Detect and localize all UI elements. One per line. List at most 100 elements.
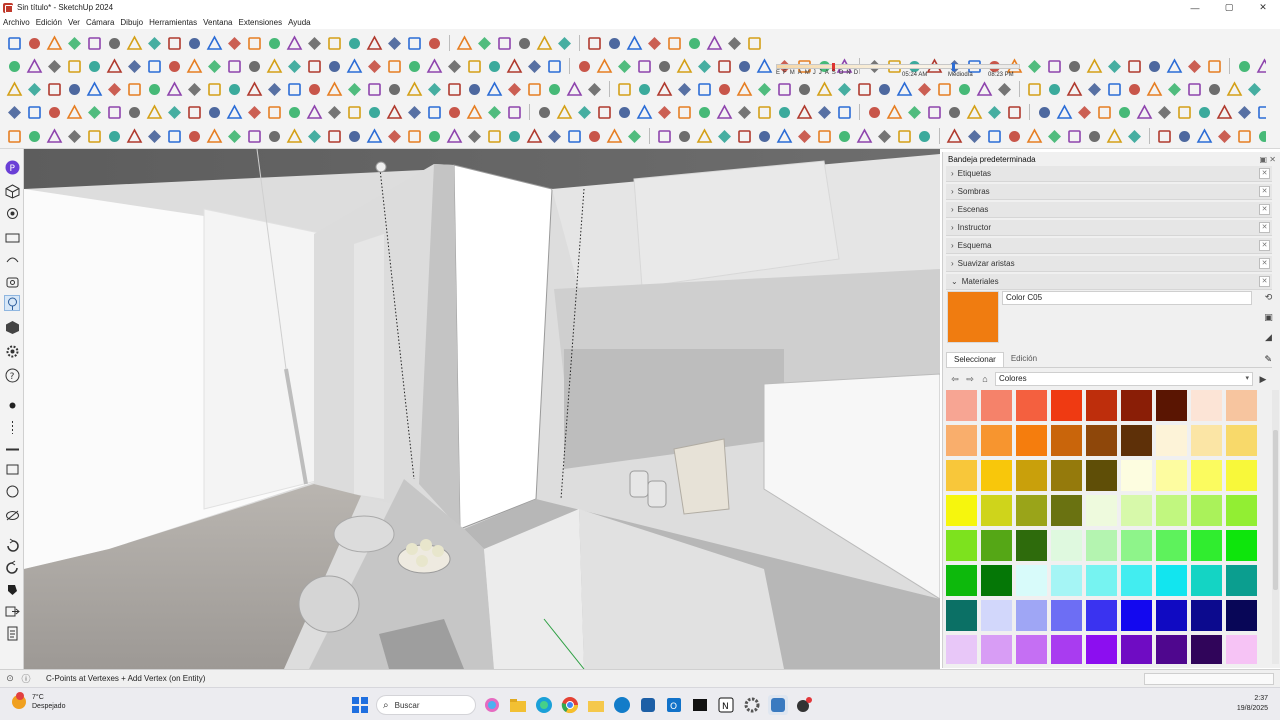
toolbar-tool-icon[interactable] bbox=[206, 81, 223, 98]
toolbar-tool-icon[interactable] bbox=[406, 35, 423, 52]
section-plane-icon[interactable] bbox=[4, 251, 20, 267]
toolbar-tool-icon[interactable] bbox=[886, 103, 903, 121]
toolbar-tool-icon[interactable] bbox=[1176, 104, 1193, 121]
toolbar-tool-icon[interactable] bbox=[426, 104, 443, 121]
walk-icon[interactable] bbox=[4, 295, 20, 311]
toolbar-tool-icon[interactable] bbox=[1116, 104, 1133, 121]
color-swatch[interactable] bbox=[946, 565, 977, 596]
panel-materiales[interactable]: ⌄ Materiales ✕ bbox=[946, 274, 1272, 290]
toolbar-tool-icon[interactable] bbox=[166, 35, 183, 52]
toolbar-tool-icon[interactable] bbox=[6, 80, 23, 98]
toolbar-tool-icon[interactable] bbox=[636, 81, 653, 98]
toolbar-tool-icon[interactable] bbox=[246, 128, 263, 145]
toolbar-tool-icon[interactable] bbox=[166, 104, 183, 121]
cube-icon[interactable] bbox=[4, 183, 20, 199]
color-swatch[interactable] bbox=[1156, 530, 1187, 561]
toolbar-tool-icon[interactable] bbox=[656, 58, 673, 75]
menu-ver[interactable]: Ver bbox=[65, 18, 83, 27]
toolbar-tool-icon[interactable] bbox=[566, 128, 583, 145]
toolbar-tool-icon[interactable] bbox=[206, 127, 223, 145]
edge-browser-icon[interactable] bbox=[534, 695, 554, 715]
weather-widget[interactable]: 7°C Despejado bbox=[12, 692, 65, 711]
toolbar-tool-icon[interactable] bbox=[26, 81, 43, 98]
home-icon[interactable]: ⌂ bbox=[979, 373, 991, 385]
toolbar-tool-icon[interactable] bbox=[1236, 128, 1253, 145]
copilot-icon[interactable] bbox=[482, 695, 502, 715]
help-icon[interactable]: ? bbox=[4, 367, 20, 383]
toolbar-tool-icon[interactable] bbox=[46, 127, 63, 145]
color-swatch[interactable] bbox=[1226, 390, 1257, 421]
color-swatch[interactable] bbox=[1156, 390, 1187, 421]
toolbar-tool-icon[interactable] bbox=[1256, 57, 1266, 75]
toolbar-tool-icon[interactable] bbox=[366, 104, 383, 121]
color-swatch[interactable] bbox=[946, 495, 977, 526]
toolbar-tool-icon[interactable] bbox=[556, 103, 573, 121]
color-swatch[interactable] bbox=[1086, 425, 1117, 456]
shadow-settings-widget[interactable]: EFMAMJJASOND 05:24 AM Mediodía 08:23 PM bbox=[776, 63, 1026, 83]
toolbar-tool-icon[interactable] bbox=[26, 104, 43, 121]
toolbar-tool-icon[interactable] bbox=[526, 58, 543, 75]
toolbar-tool-icon[interactable] bbox=[1066, 80, 1083, 98]
toolbar-tool-icon[interactable] bbox=[916, 81, 933, 98]
toolbar-tool-icon[interactable] bbox=[656, 128, 673, 145]
toolbar-tool-icon[interactable] bbox=[1196, 127, 1213, 145]
toolbar-tool-icon[interactable] bbox=[226, 103, 243, 121]
panel-close-icon[interactable]: ✕ bbox=[1259, 258, 1270, 269]
toolbar-tool-icon[interactable] bbox=[466, 58, 483, 75]
redo-rotate-icon[interactable] bbox=[4, 559, 20, 575]
toolbar-tool-icon[interactable] bbox=[916, 128, 933, 145]
color-swatch[interactable] bbox=[1121, 530, 1152, 561]
media-app-icon[interactable] bbox=[690, 695, 710, 715]
toolbar-tool-icon[interactable] bbox=[166, 128, 183, 145]
toolbar-tool-icon[interactable] bbox=[1066, 128, 1083, 145]
toolbar-tool-icon[interactable] bbox=[496, 35, 513, 52]
toolbar-tool-icon[interactable] bbox=[26, 57, 43, 75]
toolbar-tool-icon[interactable] bbox=[816, 128, 833, 145]
toolbar-tool-icon[interactable] bbox=[796, 128, 813, 145]
current-material-swatch[interactable] bbox=[947, 291, 999, 343]
panel-etiquetas[interactable]: › Etiquetas ✕ bbox=[946, 166, 1272, 182]
toolbar-tool-icon[interactable] bbox=[506, 104, 523, 121]
create-material-icon[interactable]: ▣ bbox=[1263, 312, 1274, 323]
color-swatch[interactable] bbox=[981, 425, 1012, 456]
toolbar-tool-icon[interactable] bbox=[546, 81, 563, 98]
toolbar-tool-icon[interactable] bbox=[166, 58, 183, 75]
color-swatch[interactable] bbox=[1086, 390, 1117, 421]
toolbar-tool-icon[interactable] bbox=[1106, 58, 1123, 75]
toolbar-tool-icon[interactable] bbox=[466, 103, 483, 121]
toolbar-tool-icon[interactable] bbox=[126, 127, 143, 145]
toolbar-tool-icon[interactable] bbox=[506, 81, 523, 98]
toolbar-tool-icon[interactable] bbox=[226, 58, 243, 75]
toolbar-tool-icon[interactable] bbox=[586, 81, 603, 98]
toolbar-tool-icon[interactable] bbox=[6, 58, 23, 75]
color-swatch[interactable] bbox=[946, 600, 977, 631]
toolbar-tool-icon[interactable] bbox=[86, 80, 103, 98]
toolbar-tool-icon[interactable] bbox=[1216, 128, 1233, 145]
camera-icon[interactable] bbox=[4, 229, 20, 245]
toolbar-tool-icon[interactable] bbox=[586, 35, 603, 52]
toolbar-tool-icon[interactable] bbox=[446, 58, 463, 75]
system-clock[interactable]: 2:37 19/8/2025 bbox=[1237, 694, 1268, 714]
toolbar-tool-icon[interactable] bbox=[616, 58, 633, 75]
toolbar-tool-icon[interactable] bbox=[946, 127, 963, 145]
toolbar-tool-icon[interactable] bbox=[366, 127, 383, 145]
menu-extensiones[interactable]: Extensiones bbox=[235, 18, 285, 27]
toolbar-tool-icon[interactable] bbox=[556, 35, 573, 52]
toolbar-tool-icon[interactable] bbox=[1046, 128, 1063, 145]
toolbar-tool-icon[interactable] bbox=[956, 81, 973, 98]
color-swatch[interactable] bbox=[1226, 565, 1257, 596]
toolbar-tool-icon[interactable] bbox=[86, 104, 103, 121]
document-icon[interactable] bbox=[4, 625, 20, 641]
toolbar-tool-icon[interactable] bbox=[206, 34, 223, 52]
color-swatch[interactable] bbox=[1191, 495, 1222, 526]
toolbar-tool-icon[interactable] bbox=[406, 104, 423, 121]
color-swatch[interactable] bbox=[1121, 495, 1152, 526]
toolbar-tool-icon[interactable] bbox=[306, 81, 323, 98]
toolbar-tool-icon[interactable] bbox=[346, 128, 363, 145]
toolbar-tool-icon[interactable] bbox=[1036, 104, 1053, 121]
toolbar-tool-icon[interactable] bbox=[966, 128, 983, 145]
palette-scroll-thumb[interactable] bbox=[1273, 430, 1278, 590]
component-icon[interactable] bbox=[4, 319, 20, 335]
toolbar-tool-icon[interactable] bbox=[1156, 128, 1173, 145]
panel-close-icon[interactable]: ✕ bbox=[1259, 204, 1270, 215]
